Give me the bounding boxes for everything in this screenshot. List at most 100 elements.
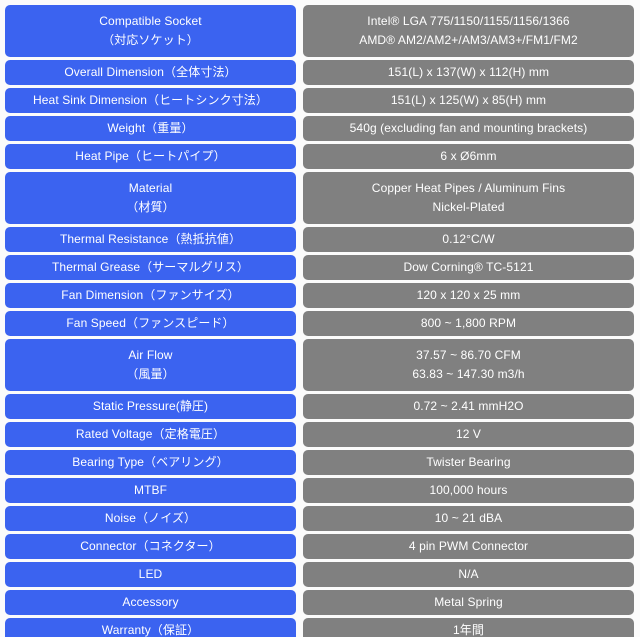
spec-label-cell: Accessory <box>5 590 296 615</box>
spec-value-text: 100,000 hours <box>309 482 628 500</box>
spec-value-text: 37.57 ~ 86.70 CFM 63.83 ~ 147.30 m3/h <box>309 347 628 384</box>
spec-label-text: Fan Speed（ファンスピード） <box>11 315 290 333</box>
spec-label-line: LED <box>138 566 163 581</box>
spec-value-text: Copper Heat Pipes / Aluminum Fins Nickel-… <box>309 180 628 217</box>
spec-value-cell: Intel® LGA 775/1150/1155/1156/1366 AMD® A… <box>303 5 634 57</box>
spec-value-line: 4 pin PWM Connector <box>408 538 529 553</box>
spec-value-cell: Copper Heat Pipes / Aluminum Fins Nickel-… <box>303 172 634 224</box>
spec-value-cell: Dow Corning® TC-5121 <box>303 255 634 280</box>
spec-label-line: Connector（コネクター） <box>80 538 221 553</box>
spec-value-line: 6 x Ø6mm <box>440 148 497 163</box>
spec-label-cell: LED <box>5 562 296 587</box>
table-row: Static Pressure(静圧) 0.72 ~ 2.41 mmH2O <box>5 394 634 419</box>
spec-value-cell: Metal Spring <box>303 590 634 615</box>
spec-label-text: Heat Sink Dimension（ヒートシンク寸法） <box>11 92 290 110</box>
spec-label-line: （対応ソケット） <box>102 32 199 47</box>
spec-value-text: 0.72 ~ 2.41 mmH2O <box>309 398 628 416</box>
spec-label-line: Accessory <box>122 594 179 609</box>
spec-label-line: MTBF <box>133 482 168 497</box>
spec-value-cell: 540g (excluding fan and mounting bracket… <box>303 116 634 141</box>
spec-value-text: 120 x 120 x 25 mm <box>309 287 628 305</box>
table-row: Thermal Resistance（熱抵抗値） 0.12°C/W <box>5 227 634 252</box>
spec-label-text: Weight（重量） <box>11 120 290 138</box>
spec-value-line: N/A <box>458 566 479 581</box>
spec-value-line: 151(L) x 137(W) x 112(H) mm <box>387 64 550 79</box>
spec-label-cell: Connector（コネクター） <box>5 534 296 559</box>
spec-value-text: Intel® LGA 775/1150/1155/1156/1366 AMD® A… <box>309 13 628 50</box>
spec-label-line: Noise（ノイズ） <box>104 510 197 525</box>
table-row: Warranty（保証） 1年間 <box>5 618 634 637</box>
spec-label-text: Warranty（保証） <box>11 622 290 637</box>
spec-label-text: Static Pressure(静圧) <box>11 398 290 416</box>
spec-label-line: Bearing Type（ベアリング） <box>72 454 229 469</box>
spec-label-cell: Air Flow （風量） <box>5 339 296 391</box>
spec-value-text: 540g (excluding fan and mounting bracket… <box>309 120 628 138</box>
spec-value-text: Metal Spring <box>309 594 628 612</box>
spec-value-cell: 10 ~ 21 dBA <box>303 506 634 531</box>
spec-value-cell: 37.57 ~ 86.70 CFM 63.83 ~ 147.30 m3/h <box>303 339 634 391</box>
spec-value-text: Twister Bearing <box>309 454 628 472</box>
spec-value-line: 120 x 120 x 25 mm <box>416 287 521 302</box>
table-row: MTBF 100,000 hours <box>5 478 634 503</box>
spec-label-cell: Noise（ノイズ） <box>5 506 296 531</box>
spec-label-cell: Compatible Socket （対応ソケット） <box>5 5 296 57</box>
spec-label-text: Accessory <box>11 594 290 612</box>
spec-value-cell: 800 ~ 1,800 RPM <box>303 311 634 336</box>
spec-label-line: Fan Dimension（ファンサイズ） <box>61 287 240 302</box>
spec-label-line: Warranty（保証） <box>101 622 200 637</box>
spec-label-line: Heat Sink Dimension（ヒートシンク寸法） <box>33 92 268 107</box>
spec-label-text: Fan Dimension（ファンサイズ） <box>11 287 290 305</box>
spec-value-text: 12 V <box>309 426 628 444</box>
spec-label-line: （風量） <box>126 366 175 381</box>
spec-value-cell: 4 pin PWM Connector <box>303 534 634 559</box>
spec-value-line: 1年間 <box>453 622 484 637</box>
spec-label-line: Fan Speed（ファンスピード） <box>66 315 235 330</box>
spec-label-cell: Fan Dimension（ファンサイズ） <box>5 283 296 308</box>
spec-label-text: Noise（ノイズ） <box>11 510 290 528</box>
spec-label-cell: Thermal Grease（サーマルグリス） <box>5 255 296 280</box>
table-row: Bearing Type（ベアリング） Twister Bearing <box>5 450 634 475</box>
spec-label-line: Thermal Grease（サーマルグリス） <box>52 259 249 274</box>
spec-label-line: Compatible Socket <box>99 13 202 28</box>
spec-value-text: N/A <box>309 566 628 584</box>
table-row: Overall Dimension（全体寸法） 151(L) x 137(W) x… <box>5 60 634 85</box>
spec-label-cell: Static Pressure(静圧) <box>5 394 296 419</box>
spec-value-line: Intel® LGA 775/1150/1155/1156/1366 <box>367 13 570 28</box>
table-row: Material （材質） Copper Heat Pipes / Aluminum… <box>5 172 634 224</box>
table-row: Rated Voltage（定格電圧） 12 V <box>5 422 634 447</box>
spec-label-cell: Warranty（保証） <box>5 618 296 637</box>
spec-label-text: Rated Voltage（定格電圧） <box>11 426 290 444</box>
table-row: Noise（ノイズ） 10 ~ 21 dBA <box>5 506 634 531</box>
table-row: Connector（コネクター） 4 pin PWM Connector <box>5 534 634 559</box>
spec-label-text: Air Flow （風量） <box>11 347 290 384</box>
table-row: Fan Dimension（ファンサイズ） 120 x 120 x 25 mm <box>5 283 634 308</box>
table-row: Thermal Grease（サーマルグリス） Dow Corning® TC-5… <box>5 255 634 280</box>
spec-label-cell: Heat Pipe（ヒートパイプ） <box>5 144 296 169</box>
spec-value-text: 10 ~ 21 dBA <box>309 510 628 528</box>
spec-label-line: Rated Voltage（定格電圧） <box>75 426 226 441</box>
spec-label-text: Connector（コネクター） <box>11 538 290 556</box>
spec-label-text: Overall Dimension（全体寸法） <box>11 64 290 82</box>
spec-label-line: Static Pressure(静圧) <box>92 398 209 413</box>
spec-value-text: 4 pin PWM Connector <box>309 538 628 556</box>
spec-value-line: Copper Heat Pipes / Aluminum Fins <box>371 180 566 195</box>
spec-value-line: Dow Corning® TC-5121 <box>403 259 534 274</box>
spec-label-cell: Bearing Type（ベアリング） <box>5 450 296 475</box>
spec-value-line: Nickel-Plated <box>432 199 505 214</box>
spec-label-text: Compatible Socket （対応ソケット） <box>11 13 290 50</box>
specification-table: Compatible Socket （対応ソケット） Intel® LGA 775/… <box>0 0 640 637</box>
spec-value-text: 1年間 <box>309 622 628 637</box>
spec-label-cell: MTBF <box>5 478 296 503</box>
spec-value-cell: 0.72 ~ 2.41 mmH2O <box>303 394 634 419</box>
table-row: LED N/A <box>5 562 634 587</box>
table-row: Accessory Metal Spring <box>5 590 634 615</box>
spec-value-cell: 151(L) x 125(W) x 85(H) mm <box>303 88 634 113</box>
spec-value-text: 800 ~ 1,800 RPM <box>309 315 628 333</box>
spec-label-line: （材質） <box>126 199 175 214</box>
spec-label-cell: Thermal Resistance（熱抵抗値） <box>5 227 296 252</box>
spec-value-line: Metal Spring <box>434 594 503 609</box>
spec-value-text: 6 x Ø6mm <box>309 148 628 166</box>
spec-label-text: Thermal Resistance（熱抵抗値） <box>11 231 290 249</box>
spec-label-line: Heat Pipe（ヒートパイプ） <box>75 148 226 163</box>
spec-value-line: 0.72 ~ 2.41 mmH2O <box>413 398 524 413</box>
